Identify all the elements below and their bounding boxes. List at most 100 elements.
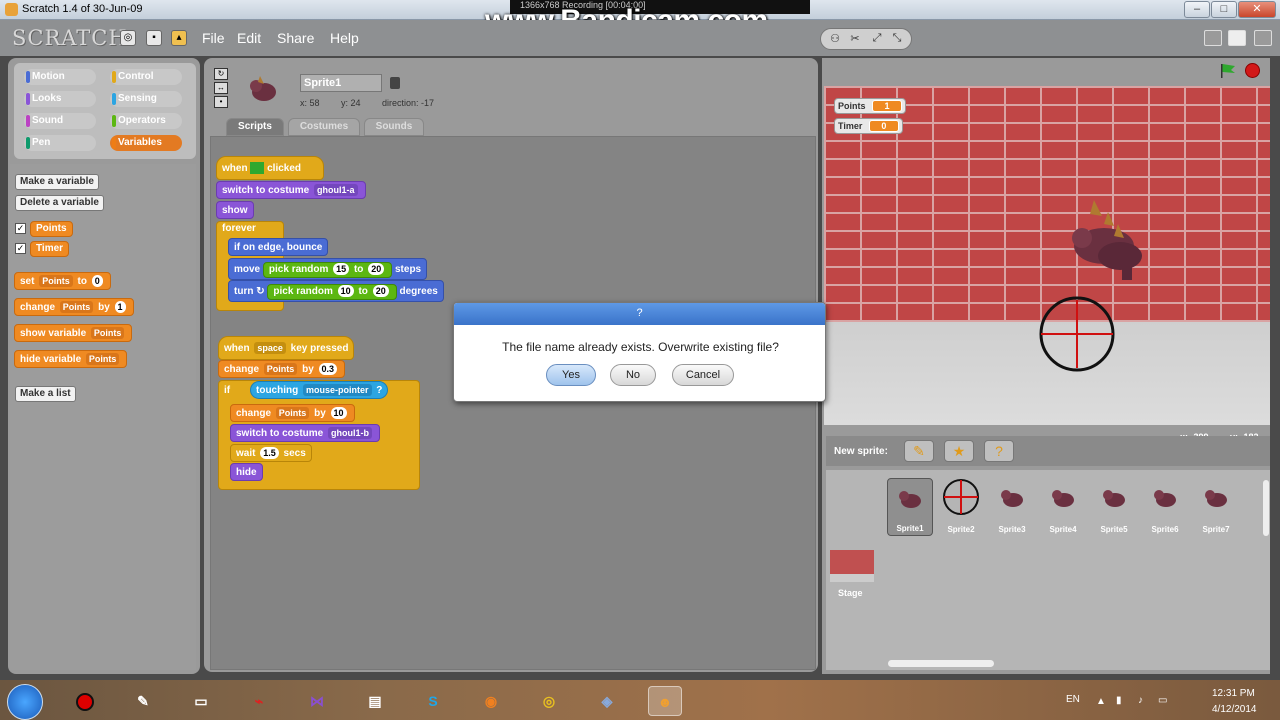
menu-help[interactable]: Help xyxy=(330,30,359,46)
save-icon[interactable]: ▪ xyxy=(146,30,162,46)
show-variable-block[interactable]: show variable Points xyxy=(14,324,133,342)
lock-icon[interactable] xyxy=(390,77,400,89)
key-dropdown[interactable]: space xyxy=(254,342,286,354)
variable-dropdown[interactable]: Points xyxy=(263,363,298,375)
timer-variable-block[interactable]: Timer xyxy=(30,241,70,257)
share-project-icon[interactable]: ▴ xyxy=(171,30,187,46)
battery-icon[interactable]: ▭ xyxy=(1158,695,1167,706)
scratch-taskbar-icon[interactable]: ☻ xyxy=(648,686,682,716)
category-operators[interactable]: Operators xyxy=(110,113,182,129)
hide-block[interactable]: hide xyxy=(230,463,263,481)
clock-time[interactable]: 12:31 PM xyxy=(1212,688,1255,699)
menu-file[interactable]: File xyxy=(202,30,225,46)
paint-app-icon[interactable]: ✎ xyxy=(126,686,160,716)
change-variable-block[interactable]: change Points by 1 xyxy=(14,298,134,316)
costume-dropdown[interactable]: ghoul1-b xyxy=(328,427,373,439)
firefox-icon[interactable]: ◉ xyxy=(474,686,508,716)
category-sensing[interactable]: Sensing xyxy=(110,91,182,107)
hide-variable-block[interactable]: hide variable Points xyxy=(14,350,128,368)
file-explorer-icon[interactable]: ▭ xyxy=(184,686,218,716)
pick-random-block[interactable]: pick random 15 to 20 xyxy=(262,262,393,278)
close-button[interactable]: ✕ xyxy=(1238,1,1276,18)
touch-target-dropdown[interactable]: mouse-pointer xyxy=(303,384,372,396)
sprite-list-vscrollbar[interactable] xyxy=(1263,480,1269,536)
category-variables[interactable]: Variables xyxy=(110,135,182,151)
points-variable-block[interactable]: Points xyxy=(30,221,73,237)
category-pen[interactable]: Pen xyxy=(24,135,96,151)
variable-dropdown[interactable]: Points xyxy=(39,275,73,287)
stage-thumbnail[interactable] xyxy=(830,550,874,582)
variable-dropdown[interactable]: Points xyxy=(275,407,310,419)
stage[interactable] xyxy=(824,86,1270,425)
change-variable-block[interactable]: change Points by 0.3 xyxy=(218,360,346,378)
value-input[interactable]: 15 xyxy=(333,263,350,275)
points-monitor[interactable]: Points 1 xyxy=(834,98,907,114)
points-visibility-checkbox[interactable]: ✓ xyxy=(15,223,26,234)
category-control[interactable]: Control xyxy=(110,69,182,85)
language-indicator[interactable]: EN xyxy=(1066,694,1080,705)
delete-icon[interactable]: ✂ xyxy=(847,32,863,46)
tab-scripts[interactable]: Scripts xyxy=(226,118,284,136)
category-sound[interactable]: Sound xyxy=(24,113,96,129)
change-variable-block[interactable]: change Points by 10 xyxy=(230,404,355,422)
bounce-block[interactable]: if on edge, bounce xyxy=(228,238,329,256)
category-looks[interactable]: Looks xyxy=(24,91,96,107)
winrar-icon[interactable]: ▤ xyxy=(358,686,392,716)
clock-date[interactable]: 4/12/2014 xyxy=(1212,704,1257,715)
when-flag-clicked-hat[interactable]: when clicked xyxy=(216,156,325,180)
value-input[interactable]: 0.3 xyxy=(318,363,338,375)
delete-variable-button[interactable]: Delete a variable xyxy=(15,195,104,211)
sprite-item[interactable]: Sprite3 xyxy=(989,478,1035,536)
grow-icon[interactable]: ⤢ xyxy=(869,32,885,46)
sprite-item[interactable]: Sprite5 xyxy=(1091,478,1137,536)
globe-icon[interactable]: ◎ xyxy=(120,30,136,46)
yes-button[interactable]: Yes xyxy=(546,364,596,386)
value-input[interactable]: 20 xyxy=(372,285,389,297)
choose-sprite-file-icon[interactable]: ★ xyxy=(944,440,974,462)
bandicam-record-icon[interactable] xyxy=(68,686,102,716)
value-input[interactable]: 10 xyxy=(330,407,347,419)
menu-share[interactable]: Share xyxy=(277,30,314,46)
wait-block[interactable]: wait 1.5 secs xyxy=(230,444,312,462)
touching-block[interactable]: touching mouse-pointer ? xyxy=(250,381,389,399)
minimize-button[interactable]: – xyxy=(1184,1,1210,18)
notes-app-icon[interactable]: ◈ xyxy=(590,686,624,716)
value-input[interactable]: 1 xyxy=(114,301,126,313)
make-list-button[interactable]: Make a list xyxy=(15,386,76,402)
no-rotate-icon[interactable]: • xyxy=(214,96,228,108)
make-variable-button[interactable]: Make a variable xyxy=(15,174,99,190)
when-key-pressed-hat[interactable]: when space key pressed xyxy=(218,336,355,360)
tab-costumes[interactable]: Costumes xyxy=(288,118,360,136)
normal-stage-mode-icon[interactable] xyxy=(1228,30,1246,46)
pick-random-block[interactable]: pick random 10 to 20 xyxy=(267,284,397,300)
network-icon[interactable]: ▮ xyxy=(1116,695,1122,706)
maximize-button[interactable]: □ xyxy=(1211,1,1237,18)
show-block[interactable]: show xyxy=(216,201,254,219)
sprite-item[interactable]: Sprite7 xyxy=(1193,478,1239,536)
variable-dropdown[interactable]: Points xyxy=(90,327,125,339)
sprite-item[interactable]: Sprite1 xyxy=(887,478,933,536)
switch-costume-block[interactable]: switch to costume ghoul1-b xyxy=(230,424,381,442)
cancel-button[interactable]: Cancel xyxy=(672,364,734,386)
move-steps-block[interactable]: move pick random 15 to 20 steps xyxy=(228,258,428,280)
random-sprite-icon[interactable]: ? xyxy=(984,440,1014,462)
turn-degrees-block[interactable]: turn ↻ pick random 10 to 20 degrees xyxy=(228,280,444,302)
sprite-name-field[interactable]: Sprite1 xyxy=(300,74,382,92)
skype-icon[interactable]: S xyxy=(416,686,450,716)
sprite-item[interactable]: Sprite2 xyxy=(938,478,984,536)
chrome-icon[interactable]: ◎ xyxy=(532,686,566,716)
sprite-item[interactable]: Sprite4 xyxy=(1040,478,1086,536)
duplicate-icon[interactable]: ⚇ xyxy=(827,32,843,46)
flip-icon[interactable]: ↔ xyxy=(214,82,228,94)
tray-arrow-icon[interactable]: ▲ xyxy=(1096,696,1106,707)
sprite-list-hscrollbar[interactable] xyxy=(888,660,994,667)
paint-new-sprite-icon[interactable]: ✎ xyxy=(904,440,934,462)
category-motion[interactable]: Motion xyxy=(24,69,96,85)
timer-visibility-checkbox[interactable]: ✓ xyxy=(15,243,26,254)
sprite-item[interactable]: Sprite6 xyxy=(1142,478,1188,536)
menu-edit[interactable]: Edit xyxy=(237,30,261,46)
adobe-reader-icon[interactable]: ⌁ xyxy=(242,686,276,716)
green-flag-icon[interactable] xyxy=(1219,63,1237,79)
value-input[interactable]: 20 xyxy=(368,263,385,275)
variable-dropdown[interactable]: Points xyxy=(59,301,94,313)
